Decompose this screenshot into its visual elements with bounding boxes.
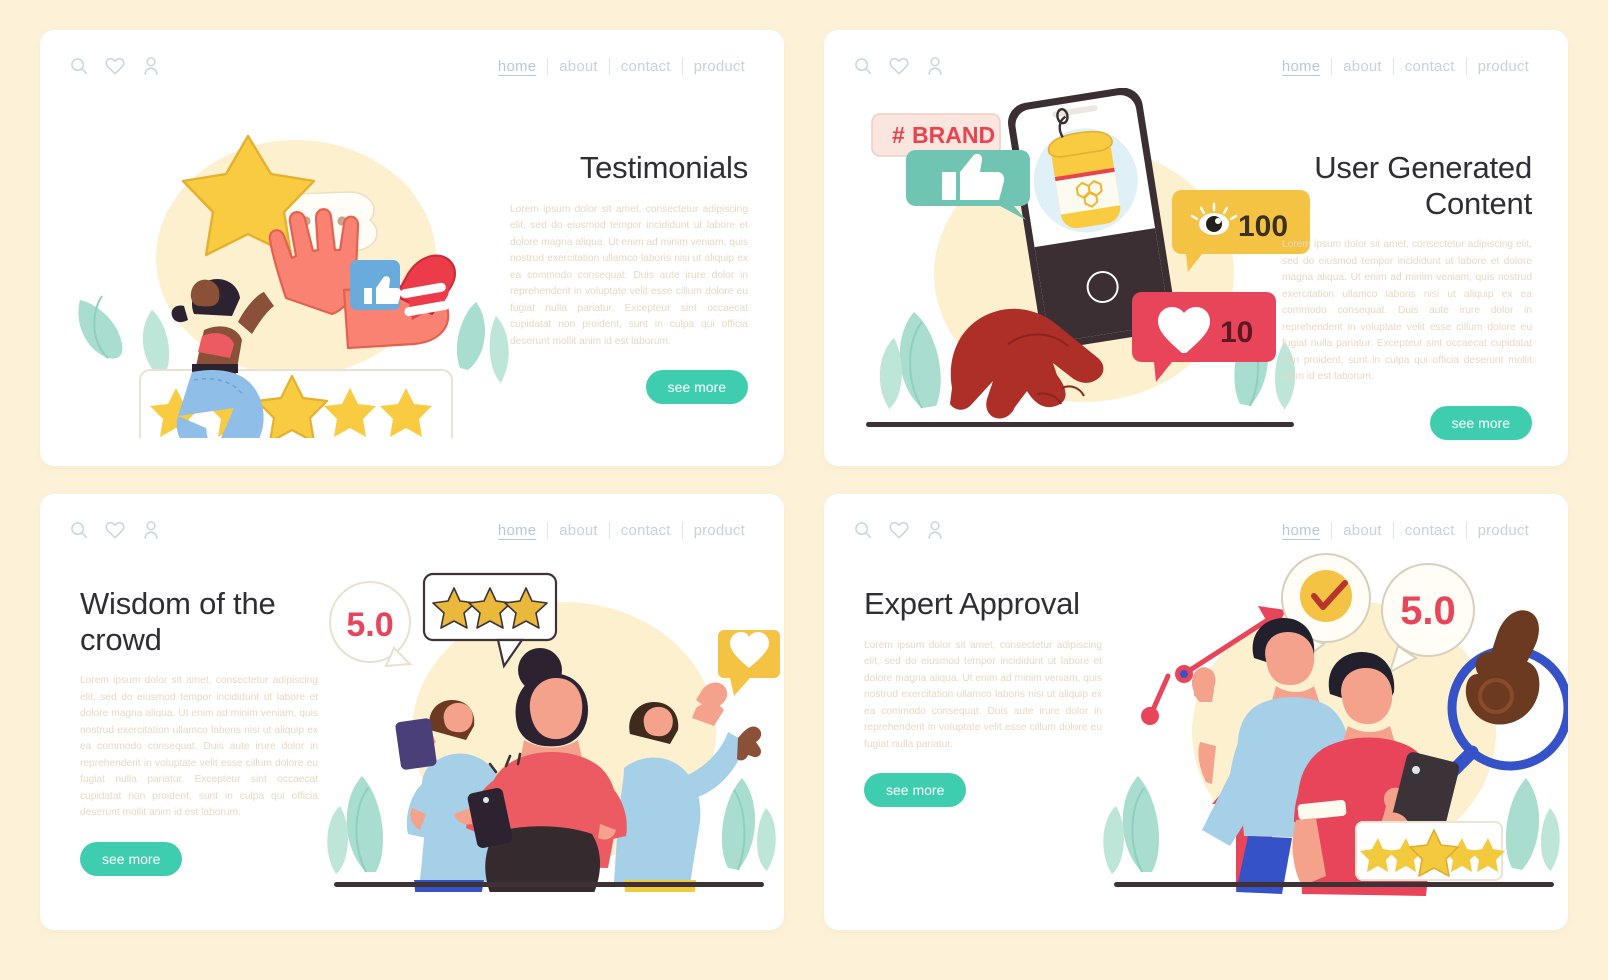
page-title: User Generated Content bbox=[1314, 150, 1532, 221]
search-icon[interactable] bbox=[68, 519, 90, 541]
body-text: Lorem ipsum dolor sit amet, consectetur … bbox=[80, 675, 318, 819]
user-icon[interactable] bbox=[924, 55, 946, 77]
illustration-expert-approval: 5.0 bbox=[1098, 526, 1568, 896]
heart-icon[interactable] bbox=[104, 55, 126, 77]
nav-links: home about contact product bbox=[1271, 57, 1540, 75]
card-testimonials: home about contact product Testimonials … bbox=[40, 30, 784, 466]
nav-icon-group bbox=[68, 55, 162, 77]
see-more-button[interactable]: see more bbox=[1429, 405, 1532, 440]
page-title: Expert Approval bbox=[864, 586, 1080, 621]
copy-block-expert-approval: Expert Approval Lorem ipsum dolor sit am… bbox=[864, 586, 1102, 808]
search-icon[interactable] bbox=[68, 55, 90, 77]
search-icon[interactable] bbox=[852, 519, 874, 541]
page-title: Testimonials bbox=[579, 150, 748, 185]
card-user-generated-content: home about contact product # BRAND 100 1… bbox=[824, 30, 1568, 466]
nav-icon-group bbox=[852, 55, 946, 77]
svg-text:BRAND: BRAND bbox=[912, 122, 995, 148]
nav-links: home about contact product bbox=[1271, 521, 1540, 539]
nav-link-contact[interactable]: contact bbox=[610, 58, 682, 75]
nav-link-about[interactable]: about bbox=[1332, 522, 1393, 539]
search-icon[interactable] bbox=[852, 55, 874, 77]
nav-link-about[interactable]: about bbox=[1332, 58, 1393, 75]
copy-block-testimonials: Testimonials Lorem ipsum dolor sit amet,… bbox=[510, 150, 748, 405]
nav-links: home about contact product bbox=[487, 521, 756, 539]
nav-icon-group bbox=[68, 519, 162, 541]
copy-block-wisdom-of-the-crowd: Wisdom of the crowd Lorem ipsum dolor si… bbox=[80, 586, 318, 876]
see-more-button[interactable]: see more bbox=[645, 370, 748, 405]
nav-link-product[interactable]: product bbox=[683, 522, 756, 539]
heart-icon[interactable] bbox=[888, 55, 910, 77]
copy-block-user-generated-content: User Generated Content Lorem ipsum dolor… bbox=[1282, 150, 1532, 440]
navbar: home about contact product bbox=[824, 494, 1568, 566]
nav-link-contact[interactable]: contact bbox=[1394, 58, 1466, 75]
illustration-wisdom-of-the-crowd: 5.0 bbox=[314, 542, 784, 902]
nav-link-home[interactable]: home bbox=[487, 522, 547, 539]
page-title: Wisdom of the crowd bbox=[80, 586, 276, 657]
body-text: Lorem ipsum dolor sit amet, consectetur … bbox=[1282, 239, 1532, 383]
nav-link-home[interactable]: home bbox=[1271, 522, 1331, 539]
illustration-user-generated-content: # BRAND 100 10 bbox=[844, 87, 1314, 438]
body-text: Lorem ipsum dolor sit amet, consectetur … bbox=[864, 639, 1102, 750]
user-icon[interactable] bbox=[140, 55, 162, 77]
nav-icon-group bbox=[852, 519, 946, 541]
landing-page-set: home about contact product Testimonials … bbox=[0, 0, 1608, 980]
svg-text:5.0: 5.0 bbox=[346, 606, 393, 644]
card-expert-approval: home about contact product 5.0 Expert Ap… bbox=[824, 494, 1568, 930]
svg-text:100: 100 bbox=[1238, 210, 1288, 243]
nav-links: home about contact product bbox=[487, 57, 756, 75]
nav-link-about[interactable]: about bbox=[548, 58, 609, 75]
svg-text:5.0: 5.0 bbox=[1400, 589, 1456, 633]
nav-link-contact[interactable]: contact bbox=[1394, 522, 1466, 539]
heart-icon[interactable] bbox=[104, 519, 126, 541]
navbar: home about contact product bbox=[40, 494, 784, 566]
user-icon[interactable] bbox=[924, 519, 946, 541]
see-more-button[interactable]: see more bbox=[80, 841, 183, 876]
user-icon[interactable] bbox=[140, 519, 162, 541]
nav-link-home[interactable]: home bbox=[1271, 58, 1331, 75]
see-more-button[interactable]: see more bbox=[864, 773, 967, 808]
navbar: home about contact product bbox=[40, 30, 784, 102]
nav-link-home[interactable]: home bbox=[487, 58, 547, 75]
body-text: Lorem ipsum dolor sit amet, consectetur … bbox=[510, 203, 748, 347]
navbar: home about contact product bbox=[824, 30, 1568, 102]
nav-link-about[interactable]: about bbox=[548, 522, 609, 539]
illustration-testimonials bbox=[48, 108, 518, 466]
nav-link-product[interactable]: product bbox=[683, 58, 756, 75]
svg-text:10: 10 bbox=[1220, 316, 1253, 349]
nav-link-product[interactable]: product bbox=[1467, 522, 1540, 539]
card-wisdom-of-the-crowd: home about contact product 5.0 Wisdom of… bbox=[40, 494, 784, 930]
nav-link-product[interactable]: product bbox=[1467, 58, 1540, 75]
svg-text:#: # bbox=[892, 122, 905, 148]
nav-link-contact[interactable]: contact bbox=[610, 522, 682, 539]
heart-icon[interactable] bbox=[888, 519, 910, 541]
